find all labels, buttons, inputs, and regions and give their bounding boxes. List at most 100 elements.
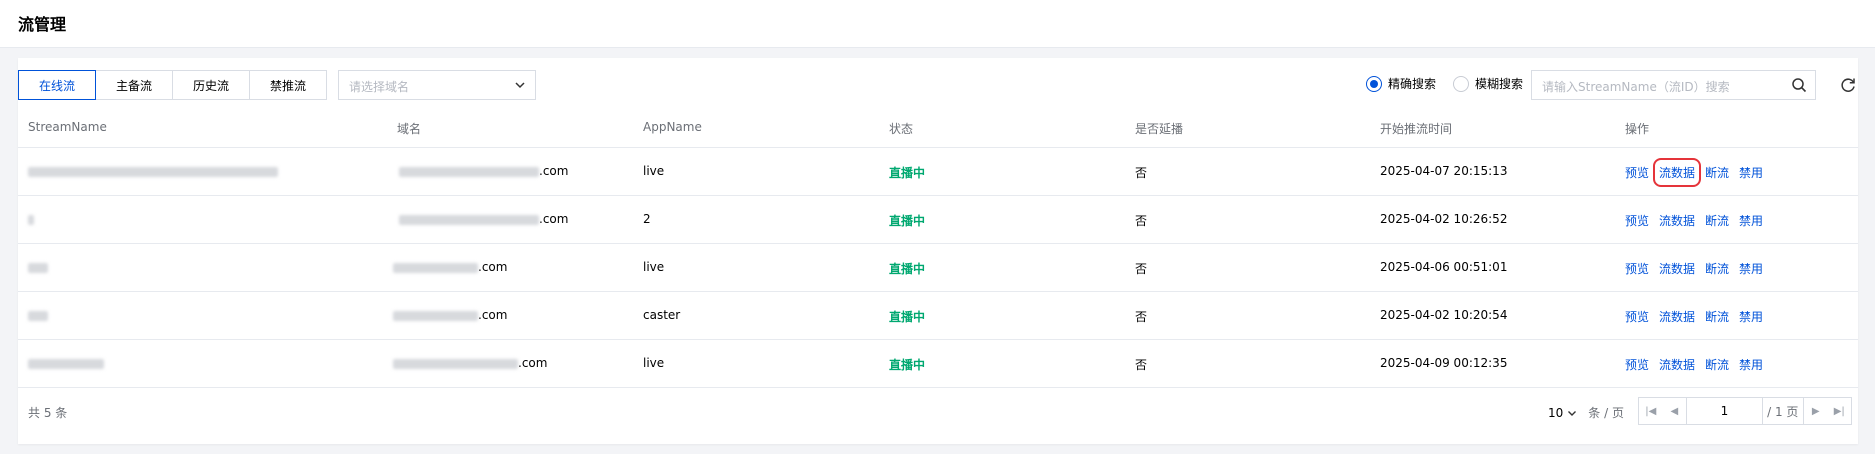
column-header-appname: AppName xyxy=(643,120,702,134)
domain-cell: .com xyxy=(393,308,507,322)
first-page-icon[interactable]: |◀ xyxy=(1639,398,1663,424)
table-footer: 共 5 条 10 条 / 页 |◀ ◀ 1 / 1 页 ▶ ▶| xyxy=(18,388,1858,434)
delay-cell: 否 xyxy=(1135,166,1148,180)
status-badge: 直播中 xyxy=(889,214,926,228)
chevron-down-icon xyxy=(515,82,525,89)
domain-select[interactable]: 请选择域名 xyxy=(338,70,536,100)
prev-page-icon[interactable]: ◀ xyxy=(1663,398,1687,424)
exact-search-radio[interactable] xyxy=(1366,75,1382,92)
domain-suffix: .com xyxy=(539,212,569,226)
page-size-value: 10 xyxy=(1548,405,1564,420)
stream-data-link[interactable]: 流数据 xyxy=(1659,212,1695,229)
stream-data-link[interactable]: 流数据 xyxy=(1659,308,1695,325)
row-actions: 预览 流数据 断流 禁用 xyxy=(1625,308,1773,325)
refresh-icon[interactable] xyxy=(1839,76,1857,94)
stream-name-redacted xyxy=(28,308,48,322)
column-header-status: 状态 xyxy=(889,122,914,136)
cut-stream-link[interactable]: 断流 xyxy=(1705,164,1729,181)
total-count: 共 5 条 xyxy=(28,406,68,420)
stream-search-input[interactable]: 请输入StreamName（流ID）搜索 xyxy=(1531,70,1816,100)
preview-link[interactable]: 预览 xyxy=(1625,212,1649,229)
tab-banned-streams[interactable]: 禁推流 xyxy=(249,70,327,100)
disable-link[interactable]: 禁用 xyxy=(1739,260,1763,277)
fuzzy-search-option[interactable]: 模糊搜索 xyxy=(1453,75,1523,92)
domain-cell: .com xyxy=(399,212,568,226)
table-row: .com 2 直播中 否 2025-04-02 10:26:52 预览 流数据 … xyxy=(18,196,1858,244)
stream-data-link[interactable]: 流数据 xyxy=(1659,260,1695,277)
status-badge: 直播中 xyxy=(889,358,926,372)
total-pages: / 1 页 xyxy=(1763,398,1804,424)
table-row: .com live 直播中 否 2025-04-07 20:15:13 预览 流… xyxy=(18,148,1858,196)
last-page-icon[interactable]: ▶| xyxy=(1827,398,1851,424)
domain-cell: .com xyxy=(399,164,568,178)
exact-search-option[interactable]: 精确搜索 xyxy=(1366,75,1436,92)
stream-name-redacted xyxy=(28,212,34,226)
page-title: 流管理 xyxy=(18,15,67,34)
tab-online-streams[interactable]: 在线流 xyxy=(18,70,96,100)
page-size-select[interactable]: 10 条 / 页 xyxy=(1548,404,1624,421)
stream-data-link[interactable]: 流数据 xyxy=(1659,356,1695,373)
row-actions: 预览 流数据 断流 禁用 xyxy=(1625,260,1773,277)
preview-link[interactable]: 预览 xyxy=(1625,356,1649,373)
domain-suffix: .com xyxy=(518,356,548,370)
app-name-cell: 2 xyxy=(643,212,651,226)
exact-search-label: 精确搜索 xyxy=(1388,77,1437,91)
next-page-icon[interactable]: ▶ xyxy=(1804,398,1828,424)
disable-link[interactable]: 禁用 xyxy=(1739,164,1763,181)
cut-stream-link[interactable]: 断流 xyxy=(1705,260,1729,277)
delay-cell: 否 xyxy=(1135,310,1148,324)
table-row: .com live 直播中 否 2025-04-09 00:12:35 预览 流… xyxy=(18,340,1858,388)
table-row: .com live 直播中 否 2025-04-06 00:51:01 预览 流… xyxy=(18,244,1858,292)
column-header-start-time: 开始推流时间 xyxy=(1380,122,1453,136)
stream-name-redacted xyxy=(28,260,48,274)
domain-suffix: .com xyxy=(539,164,569,178)
delay-cell: 否 xyxy=(1135,214,1148,228)
row-actions: 预览 流数据 断流 禁用 xyxy=(1625,212,1773,229)
start-time-cell: 2025-04-02 10:26:52 xyxy=(1380,212,1508,226)
status-badge: 直播中 xyxy=(889,310,926,324)
delay-cell: 否 xyxy=(1135,262,1148,276)
start-time-cell: 2025-04-09 00:12:35 xyxy=(1380,356,1508,370)
app-name-cell: caster xyxy=(643,308,681,322)
row-actions: 预览 流数据 断流 禁用 xyxy=(1625,158,1773,187)
status-badge: 直播中 xyxy=(889,262,926,276)
preview-link[interactable]: 预览 xyxy=(1625,308,1649,325)
search-placeholder: 请输入StreamName（流ID）搜索 xyxy=(1542,80,1730,94)
app-name-cell: live xyxy=(643,356,665,370)
table-row: .com caster 直播中 否 2025-04-02 10:20:54 预览… xyxy=(18,292,1858,340)
disable-link[interactable]: 禁用 xyxy=(1739,212,1763,229)
tab-history-streams[interactable]: 历史流 xyxy=(172,70,250,100)
stream-data-link[interactable]: 流数据 xyxy=(1653,158,1702,187)
stream-name-redacted xyxy=(28,164,278,178)
row-actions: 预览 流数据 断流 禁用 xyxy=(1625,356,1773,373)
pagination: |◀ ◀ 1 / 1 页 ▶ ▶| xyxy=(1638,397,1852,425)
cut-stream-link[interactable]: 断流 xyxy=(1705,212,1729,229)
column-header-domain: 域名 xyxy=(397,122,422,136)
domain-suffix: .com xyxy=(478,260,508,274)
stream-tabs: 在线流 主备流 历史流 禁推流 xyxy=(18,70,327,100)
start-time-cell: 2025-04-07 20:15:13 xyxy=(1380,164,1508,178)
tab-primary-backup-streams[interactable]: 主备流 xyxy=(95,70,173,100)
fuzzy-search-label: 模糊搜索 xyxy=(1475,77,1524,91)
page-size-unit: 条 / 页 xyxy=(1588,406,1624,420)
disable-link[interactable]: 禁用 xyxy=(1739,356,1763,373)
cut-stream-link[interactable]: 断流 xyxy=(1705,308,1729,325)
start-time-cell: 2025-04-02 10:20:54 xyxy=(1380,308,1508,322)
page-number-input[interactable]: 1 xyxy=(1686,398,1763,424)
status-badge: 直播中 xyxy=(889,166,926,180)
domain-suffix: .com xyxy=(478,308,508,322)
app-name-cell: live xyxy=(643,260,665,274)
table-header: StreamName 域名 AppName 状态 是否延播 开始推流时间 操作 xyxy=(18,108,1858,148)
fuzzy-search-radio[interactable] xyxy=(1453,75,1469,92)
chevron-down-icon xyxy=(1568,410,1577,416)
disable-link[interactable]: 禁用 xyxy=(1739,308,1763,325)
preview-link[interactable]: 预览 xyxy=(1625,260,1649,277)
preview-link[interactable]: 预览 xyxy=(1625,164,1649,181)
column-header-actions: 操作 xyxy=(1625,122,1650,136)
search-icon[interactable] xyxy=(1791,77,1807,93)
app-name-cell: live xyxy=(643,164,665,178)
column-header-delay: 是否延播 xyxy=(1135,122,1184,136)
cut-stream-link[interactable]: 断流 xyxy=(1705,356,1729,373)
domain-select-placeholder: 请选择域名 xyxy=(349,80,410,94)
domain-cell: .com xyxy=(393,260,507,274)
